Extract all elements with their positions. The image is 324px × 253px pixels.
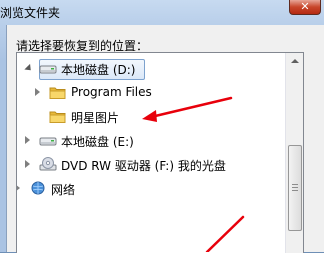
hard-drive-icon (39, 61, 57, 76)
browse-folder-dialog: 浏览文件夹 ✕ 请选择要恢复到的位置： 本地磁盘 (C:)本地磁盘 (D:)Pr… (0, 0, 324, 253)
collapsed-chevron-icon[interactable] (35, 88, 40, 96)
folder-icon (49, 85, 67, 100)
collapsed-chevron-icon[interactable] (25, 136, 30, 144)
tree-item[interactable]: 网络 (17, 178, 285, 200)
tree-item-label: 本地磁盘 (E:) (61, 135, 134, 149)
dialog-title: 浏览文件夹 (0, 6, 61, 20)
tree-item-label: 本地磁盘 (D:) (61, 63, 136, 77)
tree-item[interactable]: 本地磁盘 (D:) (17, 58, 285, 80)
folder-icon (49, 109, 67, 124)
scroll-up-button[interactable] (286, 53, 303, 70)
vertical-scrollbar[interactable] (285, 53, 303, 253)
tree-item-label: 网络 (51, 183, 76, 197)
tree-item[interactable]: Program Files (17, 82, 285, 104)
tree-item-label: 明星图片 (71, 111, 120, 125)
tree-item[interactable]: DVD RW 驱动器 (F:) 我的光盘 (17, 154, 285, 176)
network-icon (29, 181, 47, 196)
tree-item-label: DVD RW 驱动器 (F:) 我的光盘 (61, 159, 226, 173)
tree-item[interactable]: 明星图片 (17, 106, 285, 128)
collapsed-chevron-icon[interactable] (17, 184, 20, 192)
scroll-thumb[interactable] (288, 145, 302, 231)
close-icon: ✕ (300, 0, 310, 13)
expanded-chevron-icon[interactable] (24, 63, 34, 74)
dvd-drive-icon (39, 157, 57, 172)
title-bar[interactable]: 浏览文件夹 ✕ (0, 0, 324, 24)
folder-tree[interactable]: 本地磁盘 (C:) 本地磁盘 (D:) Program Files 明星图片本地磁盘 … (16, 52, 304, 253)
tree-item-label: Program Files (71, 85, 152, 99)
close-button[interactable]: ✕ (289, 0, 321, 15)
tree-item[interactable]: 本地磁盘 (E:) (17, 130, 285, 152)
hard-drive-icon (39, 133, 57, 148)
tree-item[interactable]: 本地磁盘 (C:) (17, 53, 285, 56)
tree-item-label: 本地磁盘 (C:) (61, 53, 135, 54)
collapsed-chevron-icon[interactable] (25, 160, 30, 168)
